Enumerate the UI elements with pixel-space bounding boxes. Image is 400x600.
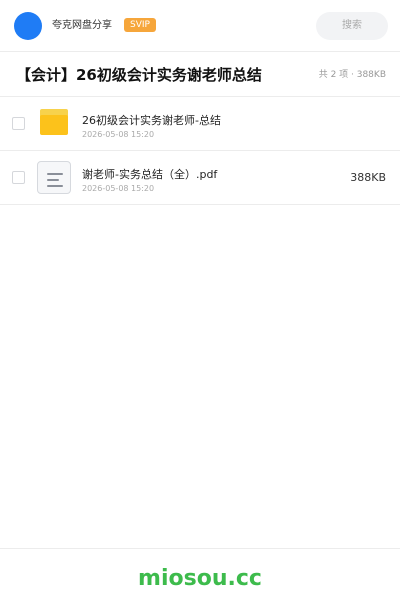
file-name: 26初级会计实务谢老师-总结 — [82, 114, 221, 127]
username: 夸克网盘分享 — [52, 20, 112, 31]
file-row-folder[interactable]: 26初级会计实务谢老师-总结 2026-05-08 15:20 — [0, 97, 400, 151]
site-watermark: miosou.cc — [138, 566, 262, 591]
document-icon — [37, 161, 71, 194]
svip-badge: SVIP — [124, 18, 156, 32]
page-title: 【会计】26初级会计实务谢老师总结 — [16, 66, 262, 84]
item-summary: 共 2 项 · 388KB — [318, 70, 386, 80]
file-date: 2026-05-08 15:20 — [82, 184, 155, 193]
select-checkbox[interactable] — [12, 117, 25, 130]
top-bar: 夸克网盘分享 SVIP 搜索 — [0, 0, 400, 52]
select-checkbox[interactable] — [12, 171, 25, 184]
folder-icon — [40, 109, 68, 135]
file-name: 谢老师-实务总结（全）.pdf — [82, 168, 218, 181]
avatar[interactable] — [14, 12, 42, 40]
file-date: 2026-05-08 15:20 — [82, 130, 155, 139]
footer: miosou.cc — [0, 548, 400, 600]
search-button[interactable]: 搜索 — [316, 12, 388, 40]
title-row: 【会计】26初级会计实务谢老师总结 共 2 项 · 388KB — [0, 52, 400, 97]
file-row-pdf[interactable]: 谢老师-实务总结（全）.pdf 2026-05-08 15:20 388KB — [0, 151, 400, 205]
file-size: 388KB — [350, 171, 386, 184]
